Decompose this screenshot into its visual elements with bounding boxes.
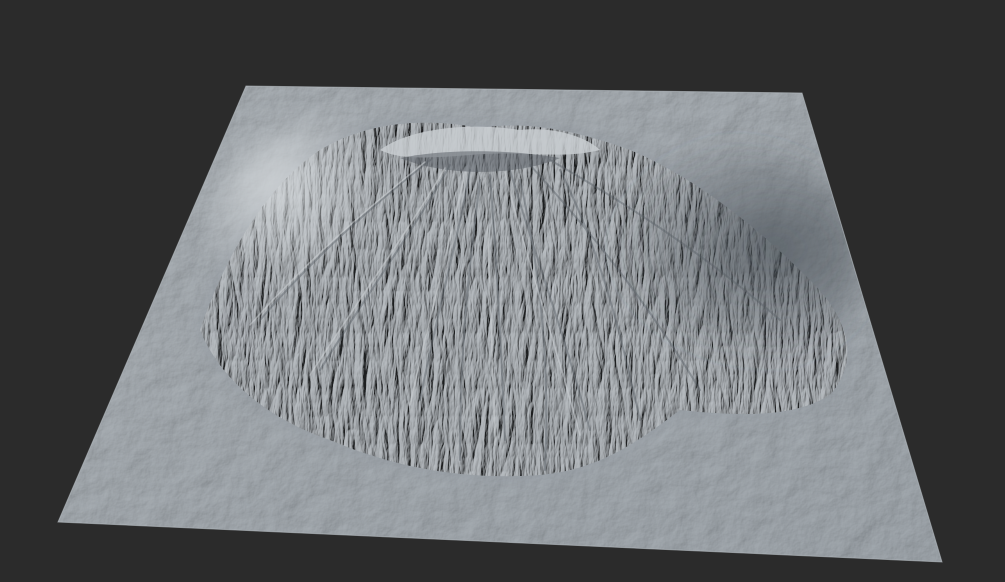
terrain-render <box>0 0 1005 582</box>
3d-viewport[interactable] <box>0 0 1005 582</box>
